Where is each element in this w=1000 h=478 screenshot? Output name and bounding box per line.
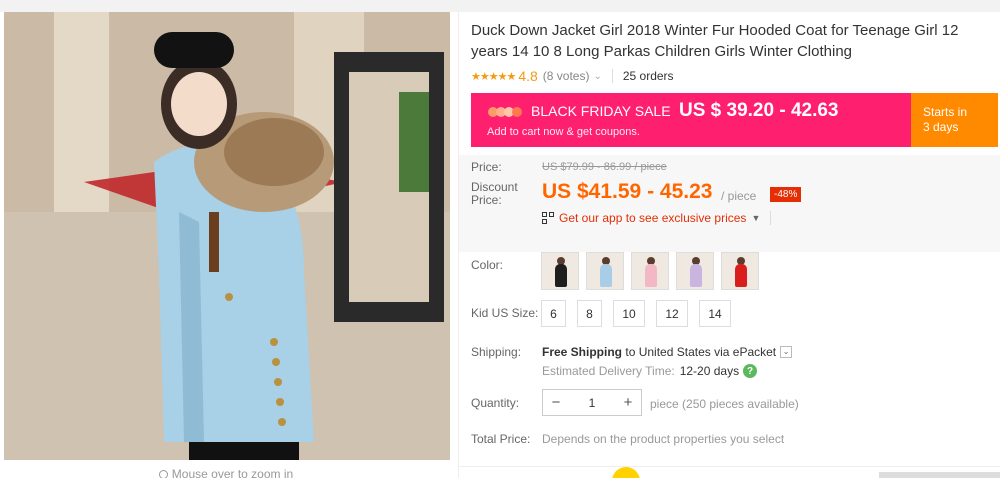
star-rating-icon: ★★★★★ <box>471 70 516 83</box>
shipping-destination: United States via ePacket <box>638 345 777 359</box>
chevron-down-icon[interactable]: ⌄ <box>593 71 601 82</box>
size-option[interactable]: 12 <box>656 300 688 327</box>
shipping-method[interactable]: Free Shipping to United States via ePack… <box>542 345 793 359</box>
delivery-days: 12-20 days <box>679 364 740 378</box>
divider <box>770 211 772 225</box>
increment-button[interactable]: + <box>615 390 641 415</box>
delivery-estimate: Estimated Delivery Time: 12-20 days ? <box>542 364 758 378</box>
image-gallery: Mouse over to zoom in <box>0 12 452 478</box>
discount-price: US $41.59 - 45.23 <box>542 180 713 203</box>
votes-link[interactable]: (8 votes) <box>543 69 590 83</box>
countdown-box: Starts in 3 days <box>911 93 998 147</box>
product-main-image[interactable] <box>4 12 450 460</box>
black-friday-banner[interactable]: BLACK FRIDAY SALE US $ 39.20 - 42.63 Add… <box>471 93 998 147</box>
original-price: US $79.99 - 86.99 / piece <box>542 161 667 173</box>
color-swatch-lavender[interactable] <box>676 252 714 290</box>
app-offer-link[interactable]: Get our app to see exclusive prices ▼ <box>542 211 772 225</box>
color-swatch-pink[interactable] <box>631 252 669 290</box>
promo-dots-icon <box>488 107 522 117</box>
size-option[interactable]: 6 <box>541 300 566 327</box>
color-swatch-light-blue[interactable] <box>586 252 624 290</box>
discount-badge: -48% <box>770 187 802 202</box>
bottom-tab <box>879 472 1000 478</box>
qr-code-icon <box>542 212 554 224</box>
size-option[interactable]: 10 <box>613 300 645 327</box>
quantity-label: Quantity: <box>471 396 520 410</box>
help-icon[interactable]: ? <box>743 364 758 378</box>
chevron-down-icon[interactable]: ⌄ <box>780 346 793 358</box>
color-swatch-black[interactable] <box>541 252 579 290</box>
promo-subtext: Add to cart now & get coupons. <box>487 126 640 138</box>
product-title: Duck Down Jacket Girl 2018 Winter Fur Ho… <box>471 22 959 60</box>
zoom-hint-text: Mouse over to zoom in <box>171 467 294 478</box>
size-options: 6 8 10 12 14 <box>541 300 742 327</box>
zoom-hint: Mouse over to zoom in <box>0 467 452 478</box>
size-option[interactable]: 14 <box>699 300 731 327</box>
app-offer-text: Get our app to see exclusive prices <box>559 211 747 225</box>
price-label: Price: <box>471 160 502 174</box>
color-options <box>541 252 766 290</box>
quantity-availability: piece (250 pieces available) <box>650 397 799 411</box>
divider <box>611 69 613 83</box>
total-price-note: Depends on the product properties you se… <box>542 432 785 446</box>
caret-down-icon: ▼ <box>751 213 761 223</box>
starts-value: 3 days <box>923 120 959 134</box>
rating-value: 4.8 <box>518 68 538 84</box>
price-box <box>459 155 1000 252</box>
top-strip <box>0 0 1000 12</box>
product-details: Duck Down Jacket Girl 2018 Winter Fur Ho… <box>458 12 1000 478</box>
orders-count: 25 orders <box>622 69 674 83</box>
size-label: Kid US Size: <box>471 306 539 320</box>
price-unit: / piece <box>721 189 757 203</box>
magnifier-icon <box>158 470 168 478</box>
color-swatch-red[interactable] <box>721 252 759 290</box>
shipping-label: Shipping: <box>471 345 522 359</box>
color-label: Color: <box>471 258 504 272</box>
quantity-stepper: − 1 + <box>542 389 642 416</box>
quantity-input[interactable]: 1 <box>569 396 615 410</box>
free-shipping-text: Free Shipping <box>542 345 623 359</box>
shipping-to: to <box>625 345 636 359</box>
product-photo <box>4 12 450 460</box>
discount-label-line2: Price: <box>471 193 502 207</box>
size-option[interactable]: 8 <box>577 300 602 327</box>
starts-label: Starts in <box>923 105 968 119</box>
sale-label: BLACK FRIDAY SALE <box>531 103 671 119</box>
decrement-button[interactable]: − <box>543 390 569 415</box>
delivery-label: Estimated Delivery Time: <box>542 364 675 378</box>
rating-row: ★★★★★ 4.8 (8 votes) ⌄ 25 orders <box>471 67 674 85</box>
sale-price: US $ 39.20 - 42.63 <box>679 100 839 121</box>
total-price-label: Total Price: <box>471 432 531 446</box>
